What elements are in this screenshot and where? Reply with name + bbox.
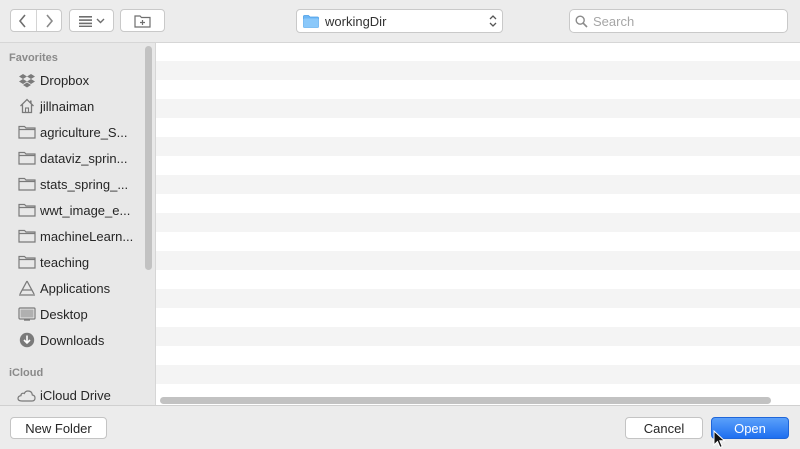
folder-icon: [17, 150, 36, 166]
cloud-icon: [17, 387, 36, 403]
forward-button[interactable]: [35, 10, 62, 31]
chevron-updown-icon: [489, 15, 497, 27]
sidebar-item-icloud-drive[interactable]: iCloud Drive: [0, 382, 145, 405]
sidebar-item-folder[interactable]: machineLearn...: [0, 223, 145, 249]
folder-icon: [303, 14, 319, 28]
chevron-left-icon: [19, 13, 26, 28]
sidebar-scrollbar[interactable]: [145, 46, 152, 270]
file-list-row: [156, 213, 800, 232]
folder-icon: [17, 202, 36, 218]
sidebar-item-downloads[interactable]: Downloads: [0, 327, 145, 353]
sidebar-item-folder[interactable]: teaching: [0, 249, 145, 275]
sidebar-item-folder[interactable]: stats_spring_...: [0, 171, 145, 197]
dialog-footer: New Folder Cancel Open: [0, 405, 800, 449]
list-view-icon: [78, 15, 104, 27]
file-list[interactable]: [155, 42, 800, 405]
new-folder-toolbar-button[interactable]: [120, 9, 165, 32]
view-options-button[interactable]: [69, 9, 114, 32]
sidebar-item-label: Desktop: [40, 306, 88, 322]
navigation-buttons: [10, 9, 62, 32]
folder-icon: [17, 124, 36, 140]
mouse-cursor-icon: [713, 430, 726, 449]
sidebar-item-folder[interactable]: agriculture_S...: [0, 119, 145, 145]
new-folder-icon: [133, 14, 151, 28]
toolbar: workingDir: [0, 0, 800, 42]
sidebar-item-label: iCloud Drive: [40, 387, 111, 403]
sidebar-item-home[interactable]: jillnaiman: [0, 93, 145, 119]
search-field[interactable]: [569, 9, 788, 33]
sidebar-item-label: wwt_image_e...: [40, 202, 131, 218]
sidebar-item-label: dataviz_sprin...: [40, 150, 128, 166]
new-folder-button[interactable]: New Folder: [10, 417, 107, 439]
desktop-icon: [17, 306, 36, 322]
sidebar-item-label: Dropbox: [40, 72, 90, 88]
file-list-row: [156, 365, 800, 384]
file-list-row: [156, 175, 800, 194]
folder-icon: [17, 254, 36, 270]
sidebar-item-label: Applications: [40, 280, 111, 296]
location-label: workingDir: [325, 13, 387, 29]
file-list-row: [156, 137, 800, 156]
icloud-section-label: iCloud: [9, 367, 44, 379]
sidebar-item-label: agriculture_S...: [40, 124, 128, 140]
sidebar-item-dropbox[interactable]: Dropbox: [0, 67, 145, 93]
downloads-icon: [17, 332, 36, 348]
applications-icon: [17, 280, 36, 296]
favorites-section-label: Favorites: [9, 52, 58, 64]
back-button[interactable]: [11, 10, 36, 31]
file-list-row: [156, 327, 800, 346]
sidebar-item-label: Downloads: [40, 332, 105, 348]
chevron-right-icon: [46, 13, 53, 28]
search-icon: [575, 14, 588, 28]
sidebar-item-label: machineLearn...: [40, 228, 134, 244]
dropbox-icon: [17, 72, 36, 88]
sidebar-item-folder[interactable]: dataviz_sprin...: [0, 145, 145, 171]
search-input[interactable]: [593, 13, 773, 29]
horizontal-scrollbar[interactable]: [160, 397, 771, 404]
file-list-row: [156, 61, 800, 80]
sidebar-item-folder[interactable]: wwt_image_e...: [0, 197, 145, 223]
file-list-row: [156, 251, 800, 270]
folder-icon: [17, 176, 36, 192]
sidebar: Favorites Dropbox jillnaiman agriculture…: [0, 42, 155, 405]
sidebar-item-desktop[interactable]: Desktop: [0, 301, 145, 327]
home-icon: [17, 98, 36, 114]
folder-icon: [17, 228, 36, 244]
sidebar-item-applications[interactable]: Applications: [0, 275, 145, 301]
sidebar-item-label: jillnaiman: [40, 98, 95, 114]
cancel-button[interactable]: Cancel: [625, 417, 703, 439]
location-popup[interactable]: workingDir: [296, 9, 503, 33]
sidebar-item-label: stats_spring_...: [40, 176, 129, 192]
file-list-row: [156, 289, 800, 308]
file-list-row: [156, 99, 800, 118]
sidebar-item-label: teaching: [40, 254, 90, 270]
